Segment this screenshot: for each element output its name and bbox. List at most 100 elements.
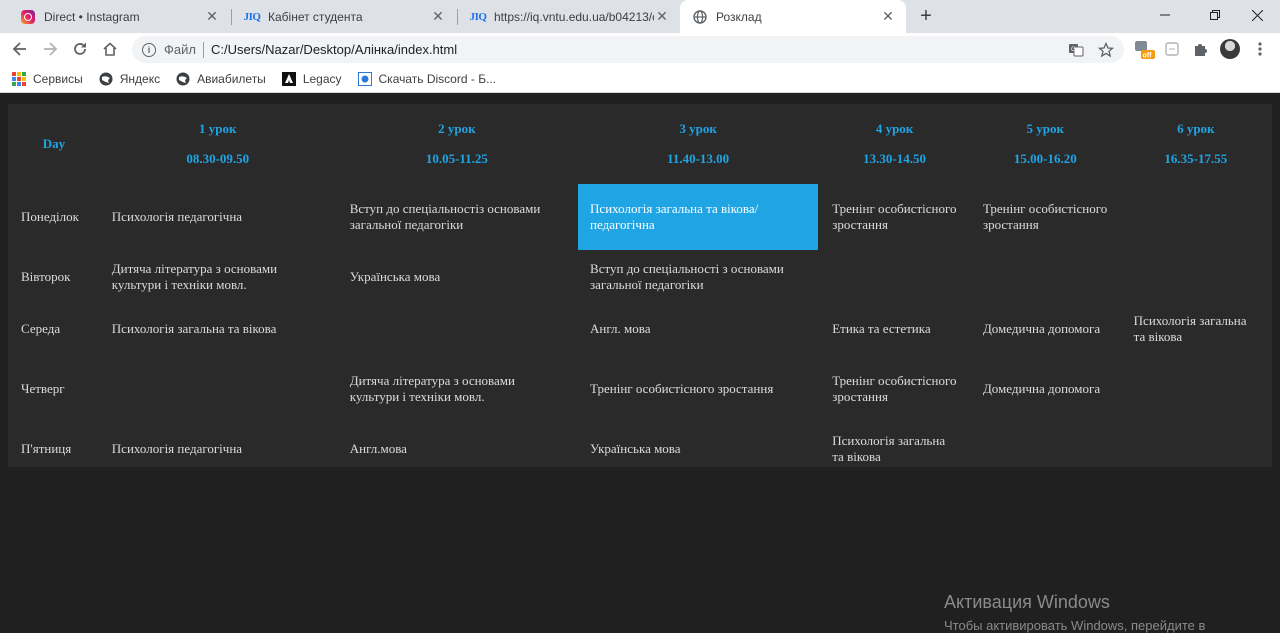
lesson-name: 4 урок	[875, 121, 914, 136]
lesson-name: 6 урок	[1177, 121, 1215, 136]
lesson-cell[interactable]: Домедична допомога	[971, 356, 1120, 422]
schedule-row-thursday: Четверг Дитяча література з основами кул…	[10, 356, 1270, 422]
lesson-cell[interactable]	[100, 356, 336, 422]
translate-icon[interactable]: G	[1064, 38, 1088, 62]
day-cell: Середа	[21, 321, 61, 336]
lesson-cell[interactable]	[1122, 424, 1270, 474]
lesson-header: 1 урок 08.30-09.50	[100, 106, 336, 182]
lesson-time: 11.40-13.00	[667, 151, 730, 166]
bookmark-legacy[interactable]: Legacy	[281, 71, 342, 86]
menu-kebab-icon[interactable]	[1248, 37, 1272, 61]
info-icon[interactable]: i	[142, 42, 156, 57]
tab-strip: Direct • Instagram ✕ JIQ Кабінет студент…	[0, 0, 1280, 33]
address-divider	[202, 41, 204, 58]
profile-avatar[interactable]	[1218, 37, 1242, 61]
lesson-cell[interactable]: Вступ до спеціальностіз основами загальн…	[338, 184, 576, 250]
browser-toolbar: i Файл C:/Users/Nazar/Desktop/Алінка/ind…	[0, 33, 1280, 65]
extension-off-icon[interactable]: off	[1132, 37, 1156, 61]
bookmark-label: Авиабилеты	[197, 71, 266, 86]
bookmark-services[interactable]: Сервисы	[12, 71, 83, 86]
lesson-cell[interactable]: Психологія загальна та вікова	[100, 304, 336, 354]
address-url[interactable]: C:/Users/Nazar/Desktop/Алінка/index.html	[211, 42, 1064, 57]
bookmark-label: Яндекс	[119, 71, 161, 86]
day-cell: Вівторок	[21, 269, 71, 284]
lesson-cell[interactable]: Англ.мова	[338, 424, 576, 474]
lesson-cell[interactable]: Українська мова	[578, 424, 818, 474]
lesson-cell[interactable]: Етика та естетика	[820, 304, 969, 354]
windows-activation-watermark: Активация Windows Чтобы активировать Win…	[944, 592, 1205, 633]
schedule-row-tuesday: Вівторок Дитяча література з основами ку…	[10, 252, 1270, 302]
lesson-cell[interactable]: Англ. мова	[578, 304, 818, 354]
close-window-button[interactable]	[1234, 0, 1280, 30]
watermark-subtitle: Чтобы активировать Windows, перейдите в	[944, 618, 1206, 633]
watermark-title: Активация Windows	[944, 592, 1110, 612]
tab-title: Direct • Instagram	[44, 9, 140, 24]
bookmark-star-icon[interactable]	[1094, 38, 1118, 62]
lesson-header: 4 урок 13.30-14.50	[820, 106, 969, 182]
bookmark-yandex[interactable]: Яндекс	[99, 72, 160, 86]
lesson-cell[interactable]	[971, 252, 1120, 302]
restore-button[interactable]	[1192, 0, 1238, 30]
bookmark-flights[interactable]: Авиабилеты	[176, 72, 266, 86]
tab-student-cabinet[interactable]: JIQ Кабінет студента ✕	[232, 0, 456, 33]
lesson-cell[interactable]	[1122, 252, 1270, 302]
day-cell: П'ятниця	[21, 441, 72, 456]
lesson-header: 6 урок 16.35-17.55	[1122, 106, 1270, 182]
lesson-time: 13.30-14.50	[863, 151, 926, 166]
lesson-cell[interactable]	[971, 424, 1120, 474]
lesson-time: 10.05-11.25	[425, 151, 488, 166]
close-tab-icon[interactable]: ✕	[430, 8, 446, 25]
lesson-cell[interactable]: Психологія загальна та вікова	[1122, 304, 1270, 354]
globe-icon	[176, 72, 190, 86]
extension-badge: off	[1143, 53, 1153, 60]
lesson-cell[interactable]	[820, 252, 969, 302]
lesson-cell-highlighted[interactable]: Психологія загальна та вікова/ педагогіч…	[578, 184, 819, 250]
lesson-cell[interactable]: Дитяча література з основами культури і …	[100, 252, 336, 302]
lesson-cell[interactable]: Тренінг особистісного зростання	[578, 356, 818, 422]
close-tab-icon[interactable]: ✕	[654, 8, 670, 25]
tab-title: Кабінет студента	[268, 9, 363, 24]
lesson-cell[interactable]: Українська мова	[338, 252, 576, 302]
lesson-cell[interactable]: Тренінг особистісного зростання	[820, 184, 969, 250]
day-cell: Понеділок	[21, 209, 79, 224]
reload-button[interactable]	[68, 37, 92, 61]
lesson-cell[interactable]: Психологія загальна та вікова	[820, 424, 969, 474]
discord-icon	[357, 71, 372, 86]
tab-title: Розклад	[716, 9, 762, 24]
globe-icon	[99, 72, 113, 86]
lesson-cell[interactable]: Психологія педагогічна	[100, 184, 336, 250]
tab-instagram[interactable]: Direct • Instagram ✕	[8, 0, 230, 33]
lesson-cell[interactable]: Вступ до спеціальності з основами загаль…	[578, 252, 818, 302]
schedule-table: Day 1 урок 08.30-09.50 2 урок 10.05-11.25 …	[8, 104, 1272, 476]
lesson-cell[interactable]: Тренінг особистісного зростання	[971, 184, 1120, 250]
bookmark-discord[interactable]: Скачать Discord - Б...	[357, 71, 496, 86]
lesson-cell[interactable]: Тренінг особистісного зростання	[820, 356, 969, 422]
tab-title: https://iq.vntu.edu.ua/b04213/cu	[494, 9, 654, 24]
legacy-icon	[281, 71, 296, 86]
tab-schedule[interactable]: Розклад ✕	[680, 0, 906, 33]
lesson-cell[interactable]	[1122, 184, 1270, 250]
schedule-header-row: Day 1 урок 08.30-09.50 2 урок 10.05-11.25 …	[10, 106, 1270, 182]
lesson-cell[interactable]	[338, 304, 576, 354]
address-scheme: Файл	[164, 42, 196, 57]
new-tab-button[interactable]: +	[914, 4, 938, 28]
back-button[interactable]	[8, 37, 32, 61]
lesson-name: 3 урок	[679, 121, 717, 136]
tab-vntu[interactable]: JIQ https://iq.vntu.edu.ua/b04213/cu ✕	[458, 0, 680, 33]
forward-button[interactable]	[38, 37, 62, 61]
minimize-button[interactable]	[1142, 0, 1188, 30]
address-bar[interactable]: i Файл C:/Users/Nazar/Desktop/Алінка/ind…	[132, 36, 1124, 63]
page-content: Day 1 урок 08.30-09.50 2 урок 10.05-11.25 …	[0, 96, 1280, 633]
extensions-puzzle-icon[interactable]	[1188, 37, 1212, 61]
lesson-cell[interactable]: Домедична допомога	[971, 304, 1120, 354]
svg-text:G: G	[1071, 47, 1076, 53]
lesson-name: 5 урок	[1026, 121, 1065, 136]
lesson-cell[interactable]: Психологія педагогічна	[100, 424, 336, 474]
day-header: Day	[42, 136, 66, 151]
lesson-cell[interactable]: Дитяча література з основами культури і …	[338, 356, 576, 422]
lesson-cell[interactable]	[1122, 356, 1270, 422]
home-button[interactable]	[98, 37, 122, 61]
extension-icon[interactable]	[1160, 37, 1184, 61]
close-tab-icon[interactable]: ✕	[880, 8, 896, 25]
close-tab-icon[interactable]: ✕	[204, 8, 220, 25]
